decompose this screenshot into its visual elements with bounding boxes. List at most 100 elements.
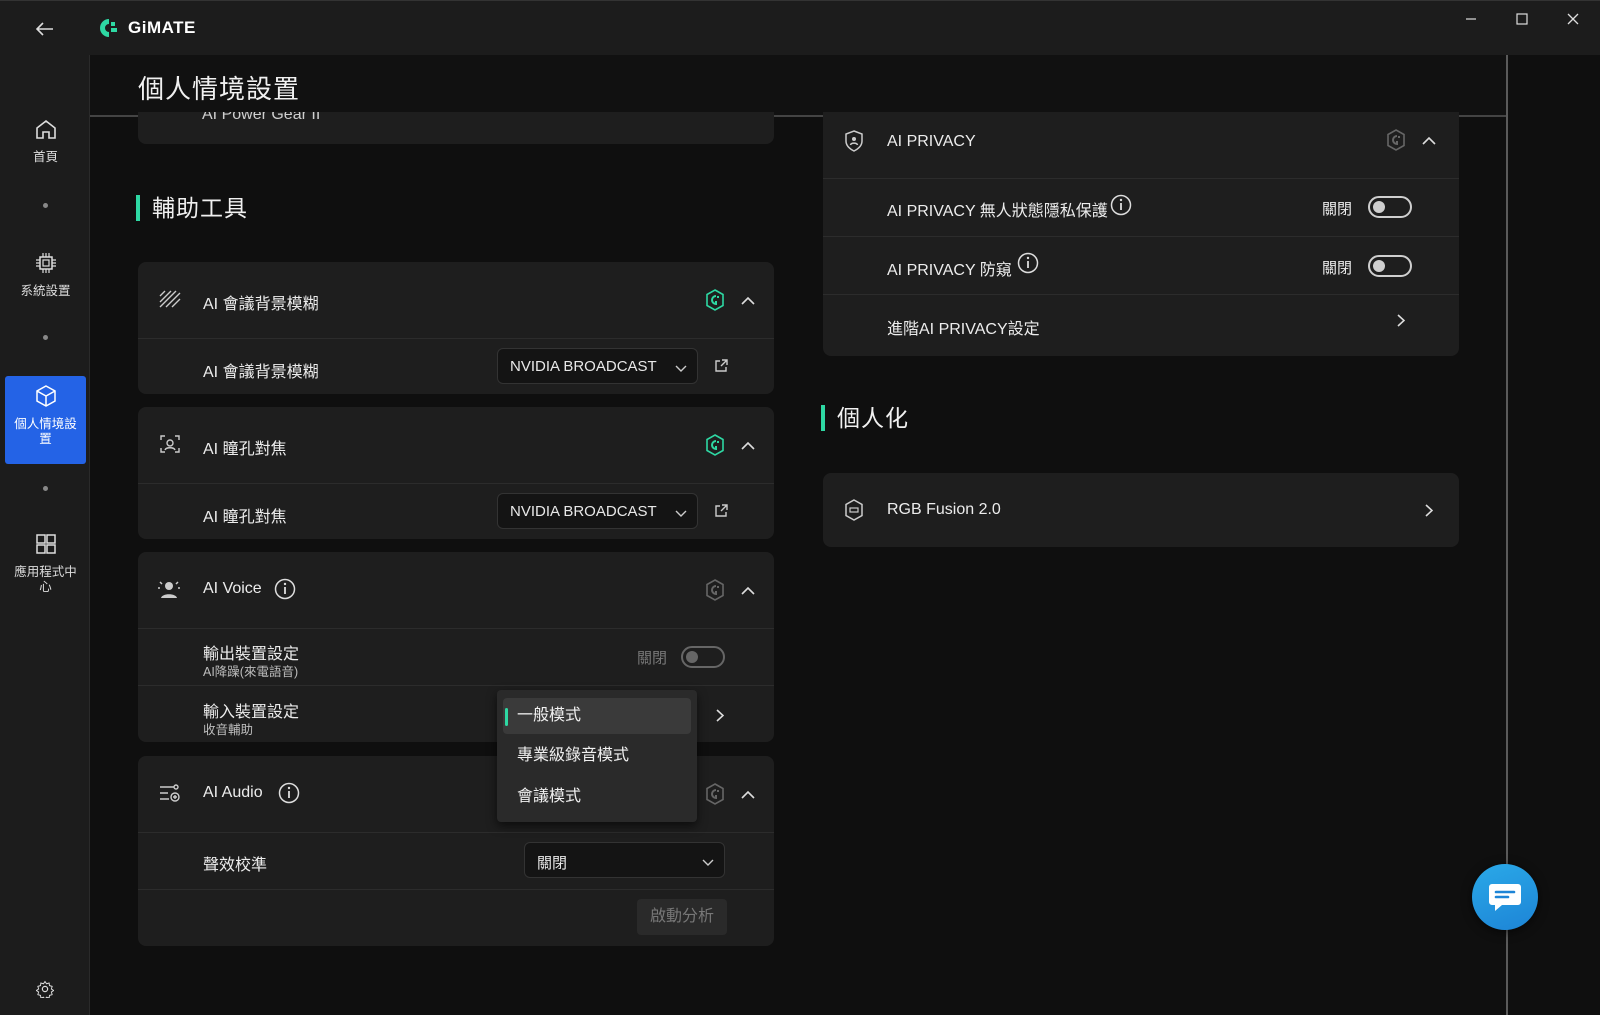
power-gear-label: AI Power Gear II: [202, 112, 321, 123]
chevron-up-icon[interactable]: [1421, 132, 1437, 148]
ai-blur-row-label: AI 會議背景模糊: [203, 364, 319, 381]
advanced-privacy-link[interactable]: 進階AI PRIVACY設定: [887, 315, 1040, 339]
row-divider: [138, 338, 774, 339]
sidebar-item-label: 個人情境設置: [14, 417, 77, 446]
sound-calibration-label: 聲效校準: [203, 857, 268, 874]
audio-sliders-icon: [158, 782, 182, 804]
external-link-icon[interactable]: [712, 502, 730, 520]
chevron-right-icon[interactable]: [1393, 312, 1409, 328]
app-logo: GiMATE: [98, 17, 196, 39]
row-divider: [138, 832, 774, 833]
nav-divider-dot: [43, 486, 48, 491]
sound-calibration-select[interactable]: 關閉: [524, 842, 725, 878]
gigabyte-ai-badge-icon: [1385, 128, 1407, 152]
ai-eye-contact-card: AI 瞳孔對焦 AI 瞳孔對焦 NVIDIA BROADCAST: [138, 407, 774, 539]
face-focus-icon: [158, 433, 182, 455]
rgb-fusion-title: RGB Fusion 2.0: [887, 501, 1001, 518]
page-title: 個人情境設置: [138, 74, 301, 104]
sidebar-item-personal-scenario[interactable]: 個人情境設置: [5, 376, 86, 464]
chevron-up-icon[interactable]: [740, 437, 756, 453]
row-divider: [823, 294, 1459, 295]
info-icon[interactable]: [1016, 251, 1040, 275]
privacy-peek-state: 關閉: [1322, 260, 1353, 277]
shield-icon: [843, 129, 865, 153]
ai-eye-title: AI 瞳孔對焦: [203, 441, 287, 458]
select-value: NVIDIA BROADCAST: [510, 358, 657, 375]
select-value: NVIDIA BROADCAST: [510, 503, 657, 520]
chevron-up-icon[interactable]: [740, 582, 756, 598]
home-icon: [35, 119, 56, 139]
close-icon[interactable]: [1553, 7, 1593, 31]
apps-grid-icon: [35, 534, 56, 554]
ai-blur-title: AI 會議背景模糊: [203, 296, 319, 313]
nav-divider-dot: [43, 335, 48, 340]
gigabyte-ai-badge-icon: [704, 433, 726, 457]
chevron-up-icon[interactable]: [740, 292, 756, 308]
app-name: GiMATE: [128, 18, 196, 37]
chat-bubble-icon: [1489, 884, 1521, 911]
ai-eye-row-label: AI 瞳孔對焦: [203, 509, 287, 526]
dropdown-option-pro-recording[interactable]: 專業級錄音模式: [503, 738, 691, 774]
maximize-icon[interactable]: [1502, 7, 1542, 31]
section-title-tools: 輔助工具: [136, 195, 248, 221]
privacy-absence-state: 關閉: [1322, 201, 1353, 218]
page-header: 個人情境設置: [90, 55, 1506, 117]
gimate-logo-icon: [100, 19, 117, 37]
row-divider: [823, 236, 1459, 237]
sidebar-item-label: 系統設置: [20, 284, 71, 298]
info-icon[interactable]: [277, 781, 301, 805]
chevron-down-icon: [675, 505, 687, 522]
chat-support-button[interactable]: [1472, 864, 1538, 930]
sidebar-item-system[interactable]: 系統設置: [5, 251, 86, 313]
dropdown-option-meeting[interactable]: 會議模式: [503, 779, 691, 815]
power-gear-card[interactable]: AI Power Gear II: [138, 112, 774, 144]
gigabyte-ai-badge-icon: [704, 578, 726, 602]
privacy-absence-toggle[interactable]: [1368, 196, 1412, 218]
output-device-sub: AI降躁(來電語音): [203, 665, 299, 679]
settings-gear-icon[interactable]: [35, 980, 55, 1003]
title-bar: GiMATE: [0, 0, 1600, 55]
eye-provider-select[interactable]: NVIDIA BROADCAST: [497, 493, 698, 529]
sidebar-item-app-center[interactable]: 應用程式中心: [5, 532, 86, 604]
blur-pattern-icon: [158, 288, 182, 310]
privacy-peek-toggle[interactable]: [1368, 255, 1412, 277]
input-mode-dropdown: 一般模式 專業級錄音模式 會議模式: [497, 690, 697, 822]
row-divider: [823, 178, 1459, 179]
ai-audio-title: AI Audio: [203, 784, 263, 801]
gigabyte-ai-badge-icon: [704, 782, 726, 806]
chip-icon: [35, 253, 56, 273]
back-arrow-icon[interactable]: [30, 15, 60, 43]
section-title-personalization: 個人化: [821, 405, 909, 431]
chevron-up-icon[interactable]: [740, 786, 756, 802]
toggle-knob: [1373, 260, 1385, 272]
chevron-down-icon: [702, 854, 714, 871]
voice-person-icon: [156, 578, 182, 600]
toggle-knob: [1373, 201, 1385, 213]
info-icon[interactable]: [1109, 193, 1133, 217]
chevron-right-icon[interactable]: [1421, 502, 1437, 518]
rgb-fusion-card[interactable]: RGB Fusion 2.0: [823, 473, 1459, 547]
external-link-icon[interactable]: [712, 357, 730, 375]
ai-blur-card: AI 會議背景模糊 AI 會議背景模糊 NVIDIA BROADCAST: [138, 262, 774, 394]
ai-privacy-title: AI PRIVACY: [887, 133, 976, 150]
sidebar: 首頁 系統設置 個人情境設置 應用程式中心: [0, 55, 90, 1015]
dropdown-option-normal[interactable]: 一般模式: [503, 698, 691, 734]
minimize-icon[interactable]: [1451, 7, 1491, 31]
select-value: 關閉: [537, 855, 568, 872]
sidebar-item-home[interactable]: 首頁: [5, 117, 86, 179]
toggle-knob: [686, 651, 698, 663]
output-noise-toggle[interactable]: [681, 646, 725, 668]
privacy-peek-label: AI PRIVACY 防窺: [887, 262, 1012, 279]
row-divider: [138, 889, 774, 890]
privacy-absence-label: AI PRIVACY 無人狀態隱私保護: [887, 203, 1108, 220]
row-divider: [138, 685, 774, 686]
ai-voice-title: AI Voice: [203, 580, 262, 597]
output-state-label: 關閉: [637, 650, 668, 667]
chevron-right-icon[interactable]: [712, 707, 728, 723]
info-icon[interactable]: [273, 577, 297, 601]
blur-provider-select[interactable]: NVIDIA BROADCAST: [497, 348, 698, 384]
row-divider: [138, 628, 774, 629]
ai-privacy-card: AI PRIVACY AI PRIVACY 無人狀態隱私保護 關閉 AI PRI…: [823, 112, 1459, 356]
cube-icon: [35, 385, 56, 407]
start-analysis-button[interactable]: 啟動分析: [637, 899, 727, 935]
